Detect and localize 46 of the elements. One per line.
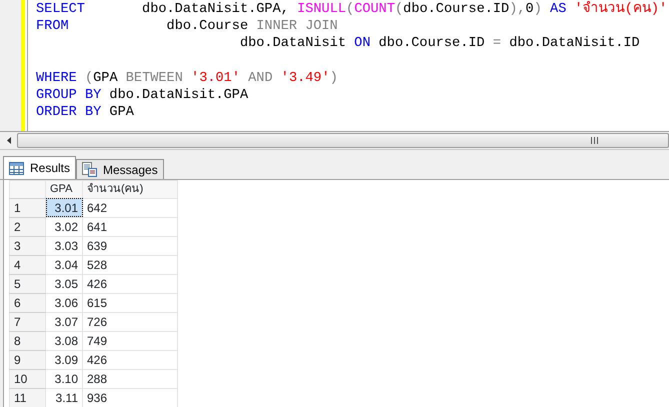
scrollbar-thumb[interactable]	[17, 133, 669, 148]
row-header[interactable]: 6	[10, 293, 46, 312]
row-header[interactable]: 2	[10, 217, 46, 236]
table-cell: 615	[82, 293, 178, 312]
table-cell[interactable]: 3.04	[46, 255, 82, 274]
table-cell: 642	[82, 198, 178, 217]
table-cell[interactable]: 3.06	[46, 293, 82, 312]
column-header[interactable]: จำนวน(คน)	[82, 180, 178, 198]
table-cell[interactable]: 3.01	[46, 198, 82, 217]
code-line: WHERE (GPA BETWEEN '3.01' AND '3.49')	[36, 70, 339, 87]
row-header[interactable]: 8	[10, 331, 46, 350]
column-header[interactable]: GPA	[46, 180, 82, 198]
table-cell: 288	[82, 369, 178, 388]
table-cell[interactable]: 3.05	[46, 274, 82, 293]
table-cell: 528	[82, 255, 178, 274]
table-icon	[9, 162, 24, 174]
code-line: SELECT dbo.DataNisit.GPA, ISNULL(COUNT(dbo.Course.ID),0) AS 'จำนวน(คน)'	[36, 1, 668, 18]
code-line: ORDER BY GPA	[36, 104, 135, 122]
table-cell[interactable]: 3.03	[46, 236, 82, 255]
document-icon	[82, 162, 98, 177]
table-cell[interactable]: 3.08	[46, 331, 82, 350]
table-cell: 426	[82, 274, 178, 293]
table-cell: 426	[82, 350, 178, 369]
table-cell[interactable]: 3.10	[46, 369, 82, 388]
left-arrow-icon	[6, 137, 10, 144]
table-cell[interactable]: 3.07	[46, 312, 82, 331]
code-line: FROM dbo.Course INNER JOIN	[36, 18, 339, 36]
table-cell: 641	[82, 217, 178, 236]
table-cell[interactable]: 3.02	[46, 217, 82, 236]
row-header[interactable]: 11	[10, 388, 46, 407]
row-header[interactable]: 9	[10, 350, 46, 369]
row-header[interactable]: 5	[10, 274, 46, 293]
table-cell: 639	[82, 236, 178, 255]
code-line: GROUP BY dbo.DataNisit.GPA	[36, 87, 250, 104]
tab[interactable]: Messages	[76, 159, 164, 179]
row-header[interactable]: 3	[10, 236, 46, 255]
table-cell: 726	[82, 312, 178, 331]
table-cell[interactable]: 3.09	[46, 350, 82, 369]
tab[interactable]: Results	[3, 156, 76, 179]
code-line: dbo.DataNisit ON dbo.Course.ID = dbo.DataNisit.ID	[238, 35, 641, 53]
row-header[interactable]: 4	[10, 255, 46, 274]
grip-icon	[591, 137, 598, 144]
row-header[interactable]: 7	[10, 312, 46, 331]
row-header[interactable]: 10	[10, 369, 46, 388]
row-header[interactable]: 1	[10, 198, 46, 217]
table-cell: 749	[82, 331, 178, 350]
